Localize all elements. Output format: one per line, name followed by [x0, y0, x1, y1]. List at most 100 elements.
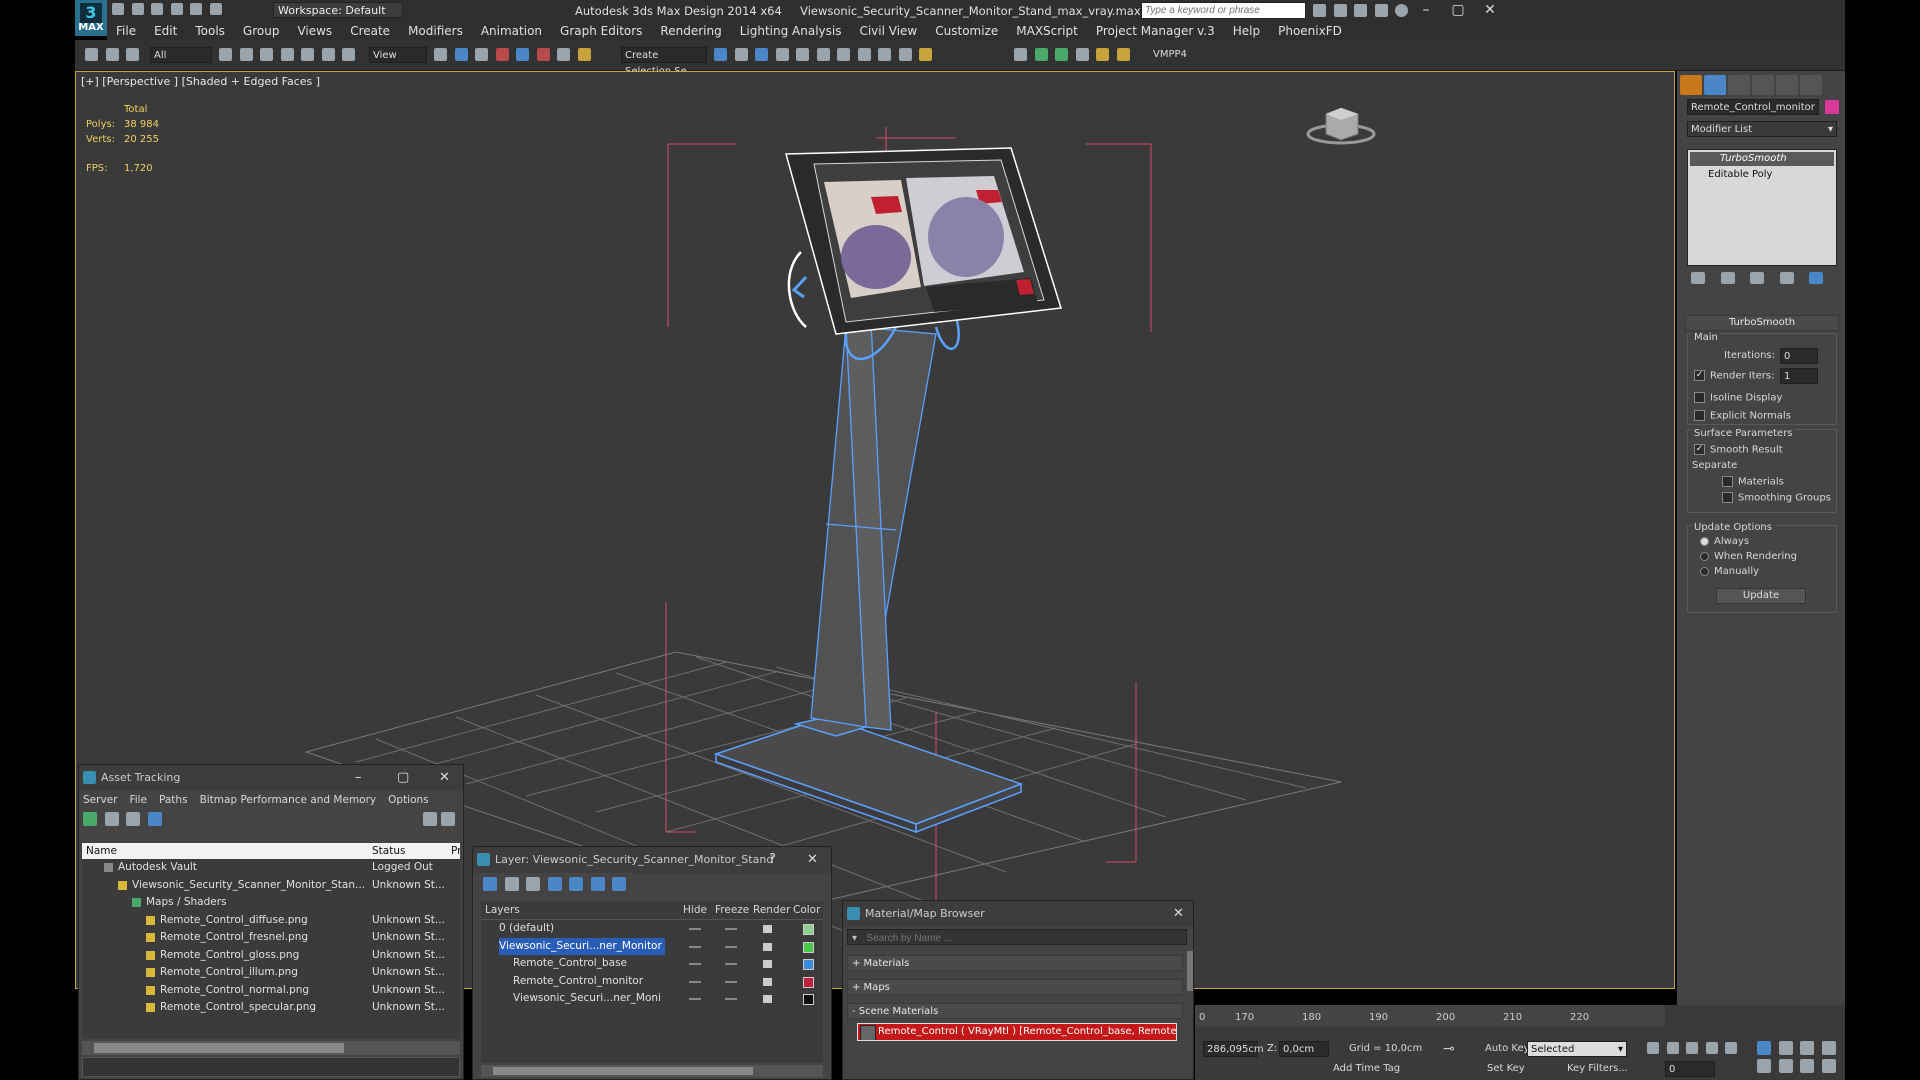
undo-icon[interactable]: [170, 3, 183, 15]
play-icon[interactable]: [1686, 1042, 1698, 1054]
motion-tab-icon[interactable]: [1752, 75, 1774, 95]
asset-row[interactable]: Autodesk Vault Logged Out: [82, 859, 460, 877]
layer-color-swatch[interactable]: [803, 924, 814, 935]
angle-snap-icon[interactable]: [516, 47, 529, 61]
smoothing-groups-row[interactable]: Smoothing Groups: [1722, 492, 1831, 504]
move-icon[interactable]: [301, 47, 314, 61]
scale-icon[interactable]: [342, 47, 355, 61]
vray-proxy-icon[interactable]: [1075, 47, 1089, 61]
render-iters-row[interactable]: ✓ Render Iters:: [1694, 370, 1775, 382]
asset-row[interactable]: Remote_Control_diffuse.png Unknown St...: [82, 912, 460, 930]
layer-name[interactable]: Remote_Control_base: [513, 955, 630, 973]
bind-space-warp-icon[interactable]: [126, 47, 139, 61]
help-icon[interactable]: ?: [769, 847, 776, 873]
unlink-icon[interactable]: [105, 47, 119, 61]
minimize-icon[interactable]: –: [1410, 0, 1442, 20]
maps-section[interactable]: + Maps: [847, 979, 1183, 995]
asset-list[interactable]: Name Status Pr Autodesk Vault Logged Out V…: [82, 843, 460, 1039]
selected-dropdown[interactable]: Selected ▾: [1527, 1041, 1627, 1057]
rotate-icon[interactable]: [321, 47, 335, 61]
maximize-viewport-icon[interactable]: [1821, 1059, 1836, 1073]
layer-name[interactable]: Viewsonic_Securi...ner_Monitor: [499, 937, 665, 955]
select-highlighted-icon[interactable]: [547, 877, 562, 891]
window-crossing-icon[interactable]: [280, 47, 294, 61]
current-frame-field[interactable]: 0: [1665, 1061, 1715, 1077]
menu-civil-view[interactable]: Civil View: [850, 22, 926, 40]
layer-color-swatch[interactable]: [803, 994, 814, 1005]
curve-editor-icon[interactable]: [796, 47, 809, 61]
layer-list[interactable]: Layers Hide Freeze Render Color 0 (defau…: [481, 901, 823, 1063]
manually-row[interactable]: Manually: [1700, 566, 1759, 577]
asset-hscrollbar[interactable]: [82, 1041, 460, 1055]
explicit-normals-row[interactable]: Explicit Normals: [1694, 410, 1791, 422]
menu-maxscript[interactable]: MAXScript: [1007, 22, 1087, 40]
menu-group[interactable]: Group: [234, 22, 289, 40]
show-end-result-icon[interactable]: [1720, 272, 1735, 284]
col-name-header[interactable]: Name: [86, 843, 117, 859]
keyboard-shortcut-icon[interactable]: [475, 47, 488, 61]
stack-item-turbosmooth[interactable]: TurboSmooth: [1690, 152, 1834, 166]
always-row[interactable]: Always: [1700, 536, 1749, 547]
vray-material-icon[interactable]: [1034, 47, 1048, 61]
hierarchy-tab-icon[interactable]: [1728, 75, 1750, 95]
delete-layer-icon[interactable]: [504, 877, 519, 891]
make-unique-icon[interactable]: [1750, 272, 1764, 284]
manually-radio[interactable]: [1700, 566, 1709, 576]
render-teapot-icon[interactable]: [763, 977, 772, 986]
close-icon[interactable]: ✕: [807, 847, 818, 873]
smooth-result-checkbox[interactable]: ✓: [1694, 444, 1705, 455]
vray-fur-icon[interactable]: [1055, 47, 1068, 61]
vmpp-label[interactable]: VMPP4: [1153, 49, 1187, 60]
object-color-swatch[interactable]: [1825, 100, 1839, 114]
pivot-center-icon[interactable]: [434, 47, 447, 61]
materials-section[interactable]: + Materials: [847, 955, 1183, 971]
add-time-tag[interactable]: Add Time Tag: [1333, 1063, 1400, 1074]
align-icon[interactable]: [734, 47, 748, 61]
render-teapot-icon[interactable]: [763, 995, 772, 1003]
save-file-icon[interactable]: [151, 3, 163, 15]
pan-icon[interactable]: [1778, 1059, 1793, 1073]
layer-name[interactable]: Remote_Control_monitor: [513, 973, 646, 991]
list-view-icon[interactable]: [104, 812, 119, 826]
select-manipulate-icon[interactable]: [454, 47, 468, 61]
layer-titlebar[interactable]: Layer: Viewsonic_Security_Scanner_Monito…: [473, 847, 831, 873]
layer-hide-toggle[interactable]: [689, 945, 701, 948]
workspace-dropdown[interactable]: Workspace: Default: [273, 2, 403, 18]
modifier-list-dropdown[interactable]: Modifier List ▾: [1687, 121, 1837, 137]
menu-rendering[interactable]: Rendering: [651, 22, 730, 40]
search-box[interactable]: [1141, 2, 1306, 19]
zoom-icon[interactable]: [1757, 1041, 1771, 1055]
col-status-header[interactable]: Status: [372, 843, 405, 859]
edit-selection-set-icon[interactable]: [577, 47, 591, 61]
utilities-tab-icon[interactable]: [1800, 75, 1822, 95]
asset-row[interactable]: Remote_Control_specular.png Unknown St...: [82, 999, 460, 1017]
asset-path-field[interactable]: [82, 1057, 460, 1077]
asset-menu-server[interactable]: Server: [83, 794, 117, 806]
help-icon[interactable]: [423, 812, 437, 826]
freeze-all-layers-icon[interactable]: [612, 877, 626, 891]
selection-filter-dropdown[interactable]: All: [150, 47, 212, 63]
col-hide-header[interactable]: Hide: [683, 901, 707, 919]
menu-modifiers[interactable]: Modifiers: [399, 22, 472, 40]
asset-menu-bitmap-performance-and-memory[interactable]: Bitmap Performance and Memory: [200, 794, 377, 806]
layer-row[interactable]: Remote_Control_base: [481, 955, 823, 973]
zoom-extents-all-icon[interactable]: [1821, 1041, 1836, 1055]
snap-toggle-icon[interactable]: [495, 47, 509, 61]
search-input[interactable]: [1142, 3, 1305, 18]
key-icon[interactable]: [1333, 3, 1347, 17]
refresh-icon[interactable]: [83, 812, 97, 826]
col-render-header[interactable]: Render: [753, 901, 790, 919]
modify-tab-icon[interactable]: [1704, 75, 1726, 95]
schematic-view-icon[interactable]: [816, 47, 830, 61]
scroll-thumb[interactable]: [94, 1043, 344, 1053]
material-editor-icon[interactable]: [837, 47, 850, 61]
col-color-header[interactable]: Color: [793, 901, 820, 919]
asset-row[interactable]: Viewsonic_Security_Scanner_Monitor_Stan.…: [82, 877, 460, 895]
asset-menu-paths[interactable]: Paths: [159, 794, 188, 806]
spinner-snap-icon[interactable]: [557, 47, 570, 61]
binoculars-icon[interactable]: [1313, 3, 1326, 17]
go-to-end-icon[interactable]: [1725, 1042, 1737, 1054]
layer-hide-toggle[interactable]: [689, 980, 701, 983]
previous-frame-icon[interactable]: [1666, 1042, 1679, 1054]
layer-freeze-toggle[interactable]: [725, 945, 737, 948]
